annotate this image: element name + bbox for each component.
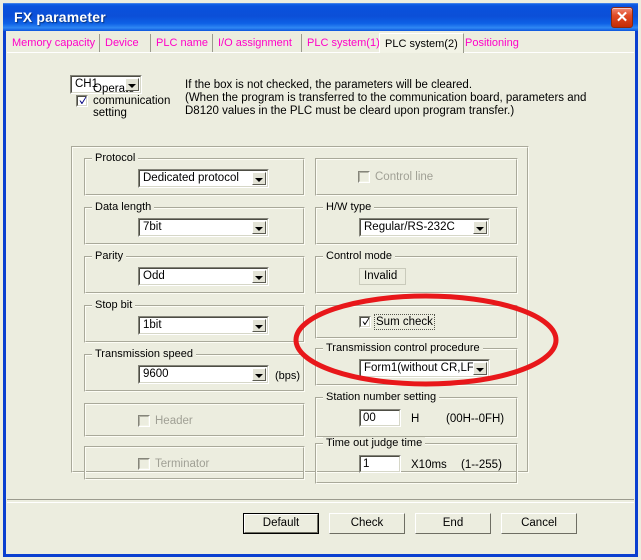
tab-positioning[interactable]: Positioning — [459, 34, 524, 52]
checkbox-box — [358, 171, 370, 183]
hw-type-group: H/W type Regular/RS-232C — [315, 201, 518, 245]
transmission-control-procedure-label: Transmission control procedure — [323, 342, 483, 354]
tab-plc-system-2[interactable]: PLC system(2) — [379, 33, 464, 53]
transmission-speed-unit: (bps) — [275, 370, 301, 382]
hw-type-label: H/W type — [323, 201, 375, 213]
chevron-down-icon[interactable] — [473, 362, 487, 375]
transmission-control-procedure-select[interactable]: Form1(without CR,LF) — [359, 359, 490, 378]
timeout-judge-input[interactable]: 1 — [359, 455, 401, 473]
timeout-judge-unit: X10ms — [411, 459, 447, 471]
check-icon — [79, 97, 87, 104]
data-length-group: Data length 7bit — [84, 201, 305, 245]
timeout-judge-range: (1--255) — [461, 459, 502, 471]
terminator-group: Terminator — [84, 446, 305, 480]
data-length-select[interactable]: 7bit — [138, 218, 269, 237]
header-group: Header — [84, 403, 305, 437]
fx-parameter-dialog: FX parameter ✕ Memory capacity Device PL… — [0, 0, 641, 560]
timeout-judge-value: 1 — [363, 458, 370, 470]
terminator-checkbox-label: Terminator — [155, 458, 210, 470]
parity-select-value: Odd — [143, 270, 165, 282]
station-number-label: Station number setting — [323, 391, 440, 403]
hw-type-select-value: Regular/RS-232C — [364, 221, 455, 233]
end-button[interactable]: End — [415, 513, 491, 534]
channel-select-value: CH1 — [75, 78, 99, 90]
transmission-control-procedure-group: Transmission control procedure Form1(wit… — [315, 342, 518, 386]
stop-bit-label: Stop bit — [92, 299, 136, 311]
description-line-1: If the box is not checked, the parameter… — [185, 79, 473, 91]
tab-strip: Memory capacity Device PLC name I/O assi… — [7, 33, 634, 53]
stop-bit-select-value: 1bit — [143, 319, 162, 331]
chevron-down-icon[interactable] — [125, 78, 139, 91]
sum-check-group: Sum check — [315, 305, 518, 339]
data-length-select-value: 7bit — [143, 221, 162, 233]
station-number-range: (00H--0FH) — [446, 413, 505, 425]
check-button-label: Check — [350, 517, 384, 529]
cancel-button-label: Cancel — [521, 517, 557, 529]
transmission-speed-select-value: 9600 — [143, 368, 169, 380]
sum-check-label: Sum check — [374, 314, 435, 330]
communication-settings-panel: Protocol Dedicated protocol Data length … — [71, 146, 529, 484]
description-line-3: D8120 values in the PLC must be cleard u… — [185, 105, 515, 117]
protocol-select-value: Dedicated protocol — [143, 172, 239, 184]
protocol-label: Protocol — [92, 152, 139, 164]
tab-io-assignment[interactable]: I/O assignment — [212, 34, 297, 52]
end-button-label: End — [442, 517, 464, 529]
tab-plc-system-1[interactable]: PLC system(1) — [301, 34, 385, 52]
control-line-group: Control line — [315, 158, 518, 196]
tab-plc-name[interactable]: PLC name — [150, 34, 213, 52]
default-button[interactable]: Default — [243, 513, 319, 534]
parity-select[interactable]: Odd — [138, 267, 269, 286]
checkbox-box — [138, 415, 150, 427]
timeout-judge-label: Time out judge time — [323, 437, 426, 449]
chevron-down-icon[interactable] — [252, 319, 266, 332]
title-bar: FX parameter ✕ — [3, 3, 638, 31]
protocol-select[interactable]: Dedicated protocol — [138, 169, 269, 188]
close-icon: ✕ — [615, 9, 629, 26]
tab-memory-capacity[interactable]: Memory capacity — [7, 34, 101, 52]
station-number-unit: H — [411, 413, 420, 425]
data-length-label: Data length — [92, 201, 155, 213]
tab-device[interactable]: Device — [99, 34, 144, 52]
parity-label: Parity — [92, 250, 127, 262]
tab-page-plc-system-2: CH1 Operate communication setting If the… — [7, 52, 634, 551]
station-number-input[interactable]: 00 — [359, 409, 401, 427]
checkbox-box — [359, 316, 371, 328]
chevron-down-icon[interactable] — [252, 368, 266, 381]
control-mode-label: Control mode — [323, 250, 396, 262]
transmission-control-procedure-value: Form1(without CR,LF) — [364, 362, 478, 374]
chevron-down-icon[interactable] — [252, 221, 266, 234]
timeout-judge-group: Time out judge time 1 X10ms (1--255) — [315, 437, 518, 484]
window-title: FX parameter — [14, 9, 106, 25]
transmission-speed-select[interactable]: 9600 — [138, 365, 269, 384]
check-button[interactable]: Check — [329, 513, 405, 534]
control-line-checkbox-label: Control line — [375, 171, 434, 183]
check-icon — [362, 318, 370, 325]
default-button-label: Default — [262, 517, 300, 529]
station-number-group: Station number setting 00 H (00H--0FH) — [315, 391, 518, 438]
close-button[interactable]: ✕ — [611, 7, 633, 28]
hw-type-select[interactable]: Regular/RS-232C — [359, 218, 490, 237]
transmission-speed-group: Transmission speed 9600 (bps) — [84, 348, 305, 392]
station-number-value: 00 — [363, 412, 376, 424]
control-mode-value: Invalid — [359, 268, 406, 285]
protocol-group: Protocol Dedicated protocol — [84, 152, 305, 196]
chevron-down-icon[interactable] — [252, 270, 266, 283]
parity-group: Parity Odd — [84, 250, 305, 294]
button-separator — [7, 499, 634, 503]
chevron-down-icon[interactable] — [473, 221, 487, 234]
checkbox-box — [76, 95, 88, 107]
stop-bit-select[interactable]: 1bit — [138, 316, 269, 335]
transmission-speed-label: Transmission speed — [92, 348, 197, 360]
stop-bit-group: Stop bit 1bit — [84, 299, 305, 343]
checkbox-box — [138, 458, 150, 470]
label-line-3: setting — [93, 107, 127, 119]
cancel-button[interactable]: Cancel — [501, 513, 577, 534]
description-line-2: (When the program is transferred to the … — [185, 92, 587, 104]
label-line-2: communication — [93, 95, 171, 107]
header-checkbox-label: Header — [155, 415, 193, 427]
chevron-down-icon[interactable] — [252, 172, 266, 185]
control-mode-group: Control mode Invalid — [315, 250, 518, 294]
